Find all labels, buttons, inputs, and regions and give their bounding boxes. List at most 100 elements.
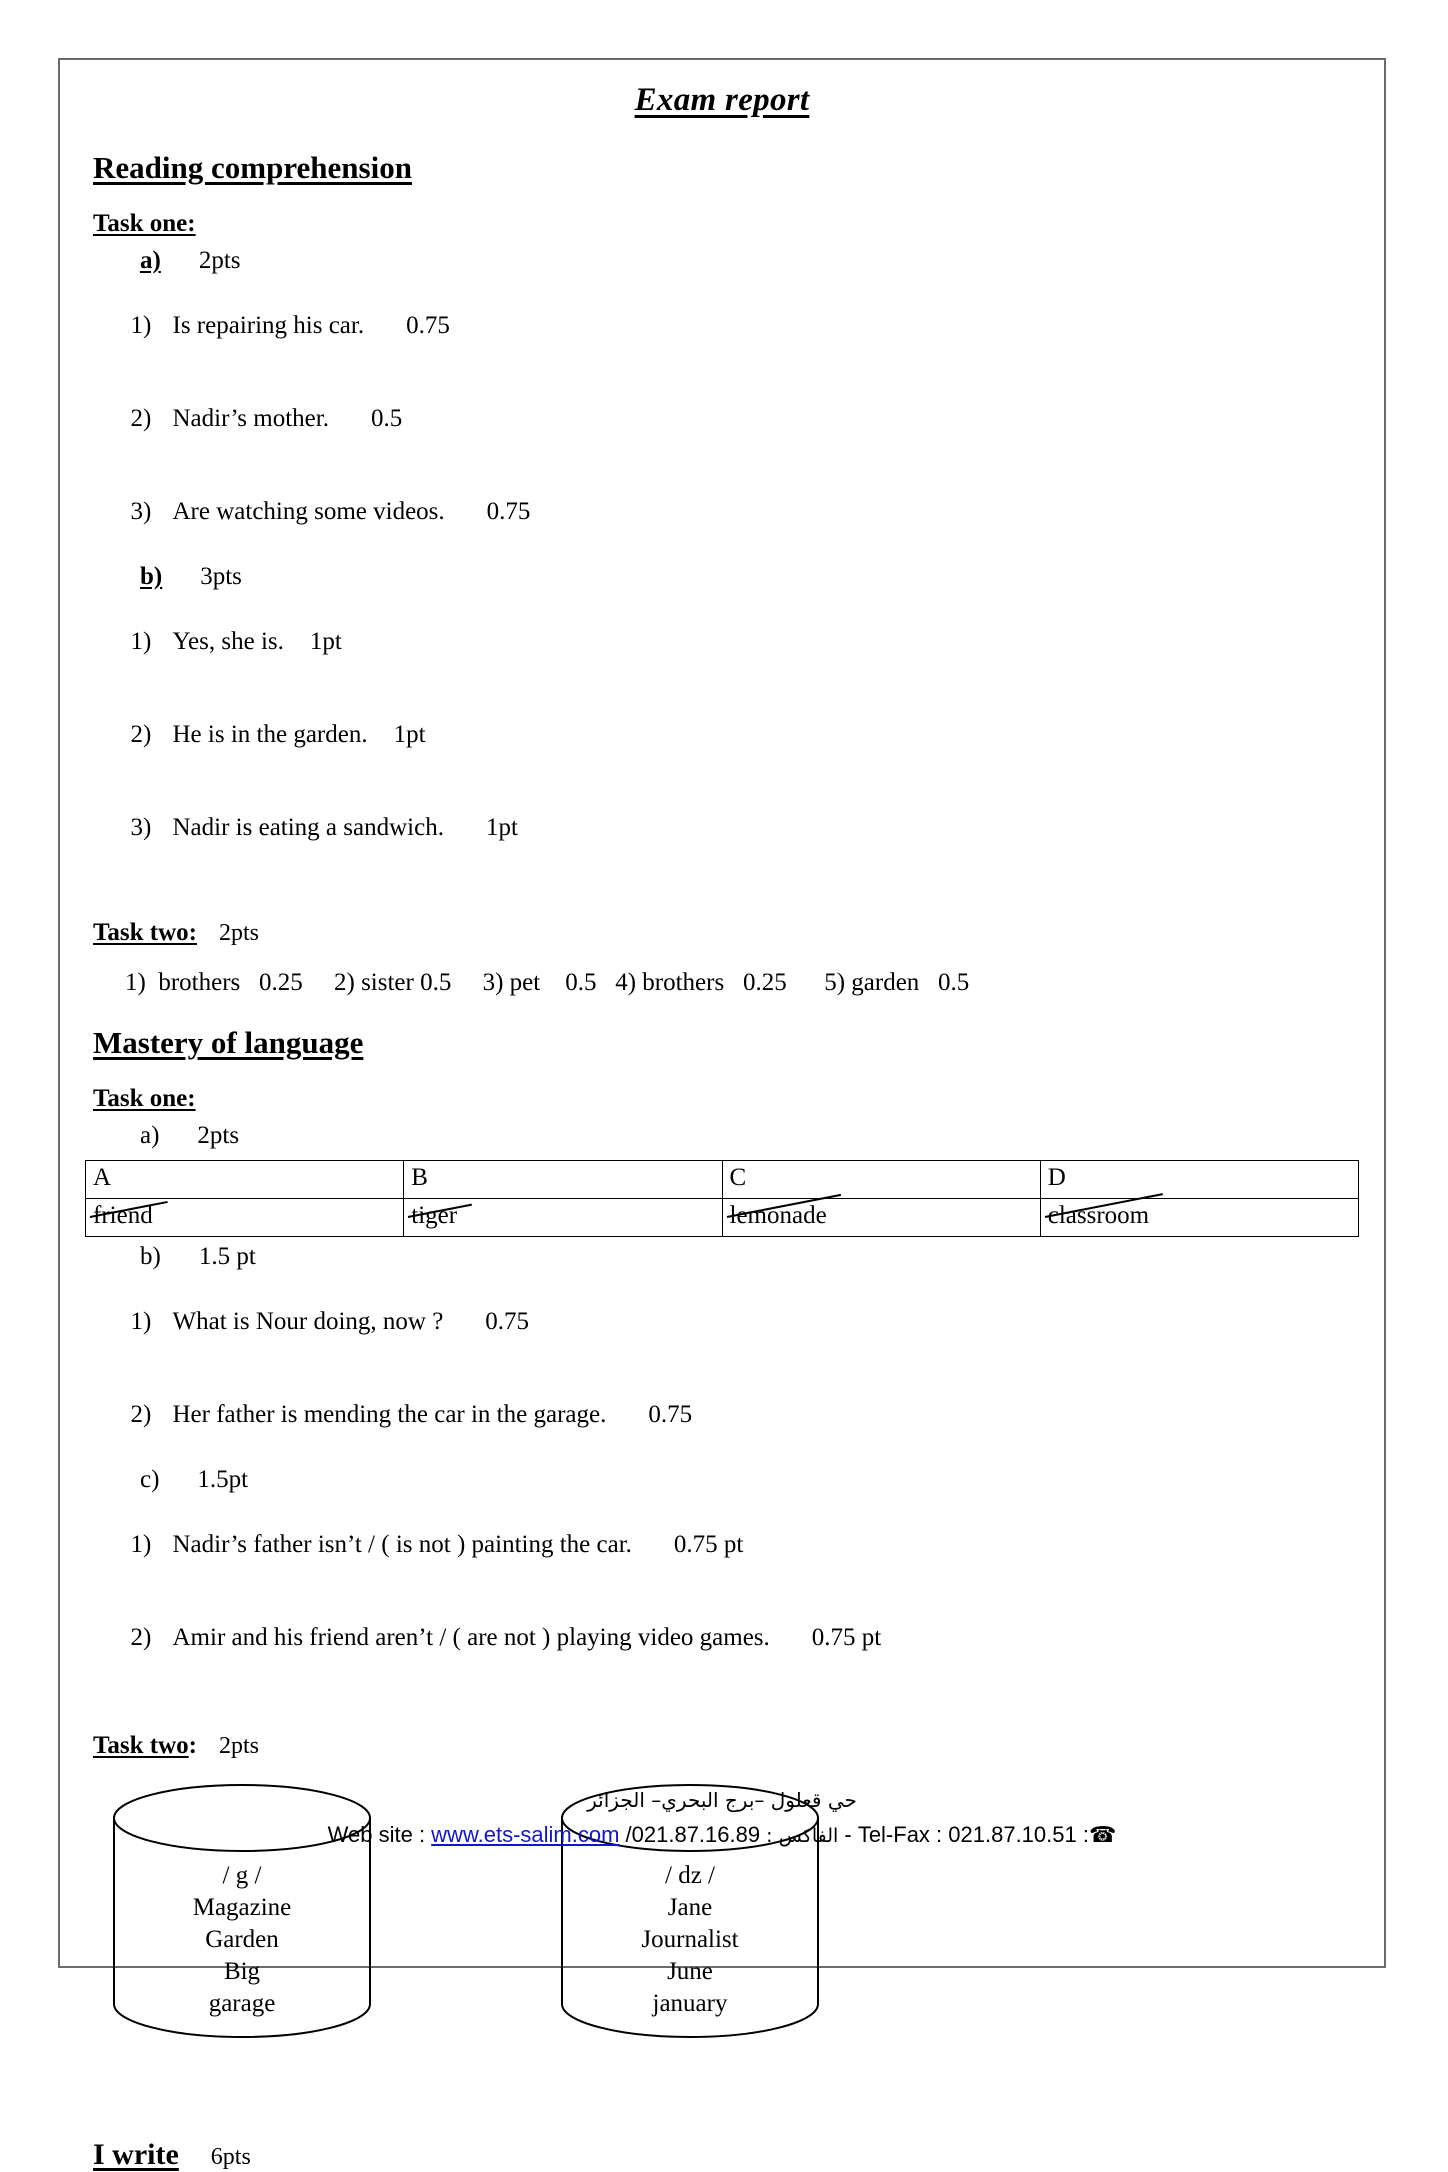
item-number: 2) xyxy=(130,1401,152,1428)
reading-task-one-part-a: a) 2pts xyxy=(140,247,1359,275)
item-text: Nadir is eating a sandwich. xyxy=(172,814,444,841)
reading-task-one-label: Task one: xyxy=(93,210,196,237)
part-a-label: a) xyxy=(140,1122,160,1149)
table-header-a: A xyxy=(84,1160,405,1199)
mastery-b-item-2: 2) Her father is mending the car in the g… xyxy=(93,1373,1359,1457)
telephone-icon: ☎ xyxy=(1088,1822,1117,1847)
mastery-task-one-part-c: c) 1.5pt xyxy=(140,1466,1359,1494)
reading-task-two-label: Task two: xyxy=(93,919,197,946)
item-text: Yes, she is. xyxy=(172,628,284,655)
mastery-task-one-part-b: b) 1.5 pt xyxy=(140,1243,1359,1271)
item-score: 1pt xyxy=(393,721,426,748)
item-number: 1) xyxy=(130,1531,152,1558)
struck-word-lemonade: lemonade xyxy=(729,1202,827,1229)
item-score: 0.75 xyxy=(406,312,450,339)
cylinder-dz-word-1: Jane xyxy=(667,1894,713,1921)
table-cell-c: lemonade xyxy=(721,1198,1041,1237)
letters-table: A B C D friend tiger lemonade classroom xyxy=(84,1160,1360,1237)
cylinder-g-text: / g / Magazine Garden Big garage xyxy=(107,1860,377,2020)
footer-fax-number: /021.87.16.89 xyxy=(619,1822,761,1847)
part-a-label: a) xyxy=(140,247,161,274)
item-score: 0.75 pt xyxy=(673,1531,744,1558)
table-header-b: B xyxy=(403,1160,723,1199)
part-c-label: c) xyxy=(140,1466,160,1493)
cylinder-g-word-1: Magazine xyxy=(192,1894,292,1921)
mastery-task-one-heading: Task one: xyxy=(93,1085,1359,1113)
reading-task-two-answers: 1) brothers 0.25 2) sister 0.5 3) pet 0.… xyxy=(125,969,970,996)
cylinder-dz-word-3: June xyxy=(667,1958,713,1985)
part-b-points: 1.5 pt xyxy=(198,1243,256,1270)
item-text: He is in the garden. xyxy=(172,721,368,748)
item-text: Nadir’s mother. xyxy=(172,405,329,432)
mastery-task-two-label: Task two xyxy=(93,1732,189,1759)
item-number: 1) xyxy=(130,1308,152,1335)
item-score: 1pt xyxy=(309,628,342,655)
item-number: 1) xyxy=(130,312,152,339)
item-text: Is repairing his car. xyxy=(172,312,365,339)
part-b-points: 3pts xyxy=(200,563,242,590)
item-number: 3) xyxy=(130,814,152,841)
item-score: 0.75 xyxy=(486,498,531,525)
cylinder-g-word-2: Garden xyxy=(205,1926,279,1953)
part-a-points: 2pts xyxy=(197,1122,240,1149)
write-section-heading: I write 6pts xyxy=(93,2138,1359,2172)
table-cell-b: tiger xyxy=(403,1198,723,1237)
footer-website-link[interactable]: www.ets-salim.com xyxy=(431,1822,619,1847)
write-section-points: 6pts xyxy=(210,2144,251,2170)
reading-task-two-points: 2pts xyxy=(218,920,259,946)
struck-word-tiger: tiger xyxy=(411,1202,458,1229)
exam-report-page: Exam report Reading comprehension Task o… xyxy=(58,58,1386,2171)
item-text: Amir and his friend aren’t / ( are not )… xyxy=(172,1624,770,1651)
page-footer: حي قعلول –برج البحري– الجزائر Web site :… xyxy=(85,1788,1359,1848)
write-section-label: I write xyxy=(93,2138,179,2171)
struck-word-friend: friend xyxy=(93,1202,153,1229)
item-number: 2) xyxy=(130,405,152,432)
mastery-task-one-part-a: a) 2pts xyxy=(140,1122,1359,1150)
item-text: Her father is mending the car in the gar… xyxy=(172,1401,607,1428)
mastery-task-two-colon: : xyxy=(188,1732,197,1759)
part-a-points: 2pts xyxy=(198,247,241,274)
page-content: Exam report Reading comprehension Task o… xyxy=(84,60,1360,2171)
item-score: 0.5 xyxy=(370,405,403,432)
page-title: Exam report xyxy=(634,82,810,118)
cylinder-g-word-3: Big xyxy=(223,1958,261,1985)
footer-telfax-label: - Tel-Fax : 021.87.10.51 : xyxy=(844,1822,1089,1847)
table-row-headers: A B C D xyxy=(84,1160,1360,1199)
section-heading-mastery-of-language: Mastery of language xyxy=(93,1025,364,1060)
item-score: 1pt xyxy=(485,814,518,841)
cylinder-dz-word-2: Journalist xyxy=(641,1926,739,1953)
cylinder-dz-word-4: january xyxy=(652,1990,728,2017)
item-number: 2) xyxy=(130,1624,152,1651)
footer-contact-line: Web site : www.ets-salim.com /021.87.16.… xyxy=(85,1822,1359,1848)
footer-address-arabic: حي قعلول –برج البحري– الجزائر xyxy=(587,1788,857,1812)
table-cell-d: classroom xyxy=(1039,1198,1360,1237)
part-c-points: 1.5pt xyxy=(197,1466,249,1493)
reading-a-item-3: 3) Are watching some videos. 0.75 xyxy=(93,470,1359,554)
struck-word-classroom: classroom xyxy=(1047,1202,1150,1229)
mastery-task-two-heading: Task two: 2pts xyxy=(93,1732,1359,1760)
item-number: 3) xyxy=(130,498,152,525)
footer-website-label: Web site : xyxy=(327,1822,432,1847)
item-text: What is Nour doing, now ? xyxy=(172,1308,444,1335)
item-number: 2) xyxy=(130,721,152,748)
item-text: Nadir’s father isn’t / ( is not ) painti… xyxy=(172,1531,632,1558)
part-b-label: b) xyxy=(140,1243,161,1270)
cylinder-g-phoneme: / g / xyxy=(222,1862,262,1889)
mastery-task-one-label: Task one: xyxy=(93,1085,196,1112)
reading-b-item-3: 3) Nadir is eating a sandwich. 1pt xyxy=(93,786,1359,870)
item-score: 0.75 xyxy=(648,1401,693,1428)
reading-b-item-2: 2) He is in the garden. 1pt xyxy=(93,693,1359,777)
cylinder-dz-phoneme: / dz / xyxy=(665,1862,715,1889)
reading-a-item-2: 2) Nadir’s mother. 0.5 xyxy=(93,377,1359,461)
item-text: Are watching some videos. xyxy=(172,498,445,525)
mastery-b-item-1: 1) What is Nour doing, now ? 0.75 xyxy=(93,1280,1359,1364)
item-score: 0.75 pt xyxy=(811,1624,882,1651)
section-heading-reading-comprehension: Reading comprehension xyxy=(93,150,412,185)
reading-task-one-part-b: b) 3pts xyxy=(140,563,1359,591)
item-number: 1) xyxy=(130,628,152,655)
mastery-c-item-2: 2) Amir and his friend aren’t / ( are not… xyxy=(93,1596,1359,1680)
footer-fax-label-arabic: الفاكس : xyxy=(760,1825,845,1847)
part-b-label: b) xyxy=(140,563,163,590)
table-cell-a: friend xyxy=(84,1198,405,1237)
item-score: 0.75 xyxy=(485,1308,530,1335)
